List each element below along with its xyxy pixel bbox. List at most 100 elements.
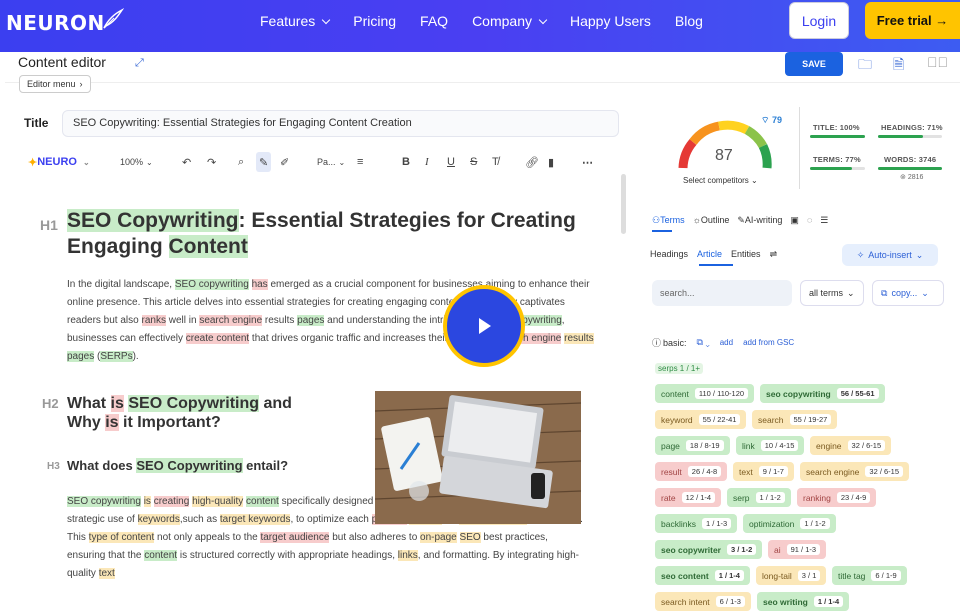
align-icon[interactable]: ≡ (357, 152, 363, 172)
copy-select[interactable]: ⧉ copy... ⌄ (872, 280, 944, 306)
play-icon (479, 318, 491, 334)
video-play-button[interactable] (443, 285, 525, 367)
folder-icon[interactable]: 🗀︎ (858, 54, 872, 78)
term-count: 32 / 6-15 (865, 466, 904, 477)
term-label: search (758, 414, 784, 425)
terms-search-input[interactable]: search... (652, 280, 792, 306)
competitor-score-badge: ⌔ 79 (761, 115, 782, 125)
nav-pricing[interactable]: Pricing (353, 13, 396, 29)
h1-tag: H1 (40, 217, 58, 233)
more-icon[interactable]: ⋯ (582, 152, 593, 172)
underline-icon[interactable]: U (447, 152, 455, 172)
paragraph-select[interactable]: Pa... ⌄ (317, 152, 345, 172)
term-highlight: creating (153, 496, 190, 507)
term-chip[interactable]: optimization 1 / 1-2 (743, 514, 836, 533)
undo-icon[interactable]: ↶ (182, 152, 191, 172)
auto-insert-button[interactable]: ✧ Auto-insert ⌄ (842, 244, 938, 266)
term-chip[interactable]: long-tail 3 / 1 (756, 566, 827, 585)
term-highlight: SEO Copywriting (67, 209, 239, 232)
strikethrough-icon[interactable]: S (470, 152, 477, 172)
neuron-logo[interactable]: NEURON (6, 11, 105, 35)
nav-happy-users[interactable]: Happy Users (570, 13, 651, 29)
term-chip[interactable]: text 9 / 1-7 (733, 462, 794, 481)
neuro-ai-button[interactable]: ✦ NEURO ⌄ (28, 152, 90, 172)
add-term-button[interactable]: add (720, 338, 733, 347)
nav-faq[interactable]: FAQ (420, 13, 448, 29)
term-chip[interactable]: ranking 23 / 4-9 (797, 488, 877, 507)
search-icon[interactable]: ⌕ (238, 152, 244, 172)
term-chip[interactable]: serp 1 / 1-2 (727, 488, 791, 507)
article-h3[interactable]: What does SEO Copywriting entail? (67, 458, 288, 473)
subtab-article[interactable]: Article (697, 249, 722, 260)
term-chip[interactable]: rate 12 / 1-4 (655, 488, 722, 507)
term-label: link (742, 440, 755, 451)
subtab-headings[interactable]: Headings (650, 249, 688, 260)
text-segment: specifically designed to (278, 496, 388, 507)
select-competitors[interactable]: Select competitors ⌄ (683, 176, 758, 185)
check-circle-icon[interactable]: ✓⃝ (927, 54, 948, 70)
nav-company[interactable]: Company (472, 13, 548, 29)
highlighter-icon[interactable]: ✎ (256, 152, 272, 172)
term-label: search engine (806, 466, 860, 477)
term-chip[interactable]: seo writing 1 / 1-4 (757, 592, 850, 611)
tab-gallery-icon[interactable]: ▣ (790, 215, 799, 226)
nav-blog[interactable]: Blog (675, 13, 703, 29)
filter-icon[interactable]: ⇌ (770, 249, 778, 260)
pen-icon[interactable]: ✐ (280, 152, 289, 172)
editor-menu-button[interactable]: Editor menu › (19, 75, 91, 93)
term-chip[interactable]: page 18 / 8-19 (655, 436, 730, 455)
term-chip[interactable]: backlinks 1 / 1-3 (655, 514, 738, 533)
active-subtab-indicator (699, 264, 733, 266)
free-trial-button[interactable]: Free trial → (865, 2, 960, 39)
subtab-entities[interactable]: Entities (731, 249, 761, 260)
clear-format-icon[interactable]: T̸ (492, 152, 499, 172)
nav-features[interactable]: Features (260, 13, 331, 29)
term-label: serp (733, 492, 750, 503)
term-count: 1 / 1-3 (701, 518, 732, 529)
tab-chat-icon[interactable]: ◌ (807, 215, 812, 225)
save-button[interactable]: SAVE (785, 52, 843, 76)
add-from-gsc-button[interactable]: add from GSC (743, 338, 794, 347)
term-chip[interactable]: seo copywriter 3 / 1-2 (655, 540, 763, 559)
term-chip[interactable]: engine 32 / 6-15 (810, 436, 892, 455)
term-chip[interactable]: search 55 / 19-27 (752, 410, 838, 429)
term-highlight: search engine (199, 315, 263, 326)
editor-scrollbar[interactable] (621, 174, 626, 234)
term-highlight: ranks (141, 315, 166, 326)
italic-icon[interactable]: I (425, 152, 429, 172)
redo-icon[interactable]: ↷ (207, 152, 216, 172)
article-h2[interactable]: What is SEO Copywriting and Why is it Im… (67, 394, 327, 432)
term-chip[interactable]: seo content 1 / 1-4 (655, 566, 750, 585)
copy-terms-button[interactable]: ⧉ ⌄ (697, 337, 710, 348)
tab-ai-writing[interactable]: ✎AI-writing (737, 215, 782, 226)
term-chip[interactable]: link 10 / 4-15 (736, 436, 805, 455)
term-chip[interactable]: search engine 32 / 6-15 (800, 462, 910, 481)
term-chip[interactable]: search intent 6 / 1-3 (655, 592, 751, 611)
term-chip[interactable]: title tag 6 / 1-9 (832, 566, 907, 585)
expand-icon[interactable]: ⤢ (135, 57, 144, 70)
score-gauge (678, 120, 772, 169)
bold-icon[interactable]: B (402, 152, 410, 172)
term-chip[interactable]: ai 91 / 1-3 (768, 540, 827, 559)
link-icon[interactable]: 🔗︎ (525, 152, 539, 172)
tab-list-icon[interactable]: ☰ (820, 215, 828, 226)
all-terms-select[interactable]: all terms ⌄ (800, 280, 864, 306)
export-doc-icon[interactable]: 🗎︎ (893, 54, 904, 78)
term-chip[interactable]: result 26 / 4-8 (655, 462, 728, 481)
term-count: 1 / 1-2 (800, 518, 830, 529)
tab-terms[interactable]: ⚇Terms (652, 215, 685, 226)
article-h1[interactable]: SEO Copywriting: Essential Strategies fo… (67, 208, 607, 260)
bookmark-icon[interactable]: ▮ (548, 152, 554, 172)
term-chip[interactable]: keyword 55 / 22-41 (655, 410, 747, 429)
chevron-down-icon (322, 15, 331, 24)
term-label: ranking (803, 492, 831, 503)
title-input[interactable]: SEO Copywriting: Essential Strategies fo… (62, 110, 619, 137)
stat-words: WORDS: 3746 (884, 155, 937, 164)
stat-headings: HEADINGS: 71% (881, 123, 943, 132)
tab-outline[interactable]: ☼Outline (693, 215, 730, 225)
login-button[interactable]: Login (789, 2, 849, 39)
term-highlight: is (110, 395, 124, 412)
term-chip[interactable]: content 110 / 110-120 (655, 384, 755, 403)
zoom-select[interactable]: 100% ⌄ (120, 152, 153, 172)
term-chip[interactable]: seo copywriting 56 / 55-61 (760, 384, 885, 403)
